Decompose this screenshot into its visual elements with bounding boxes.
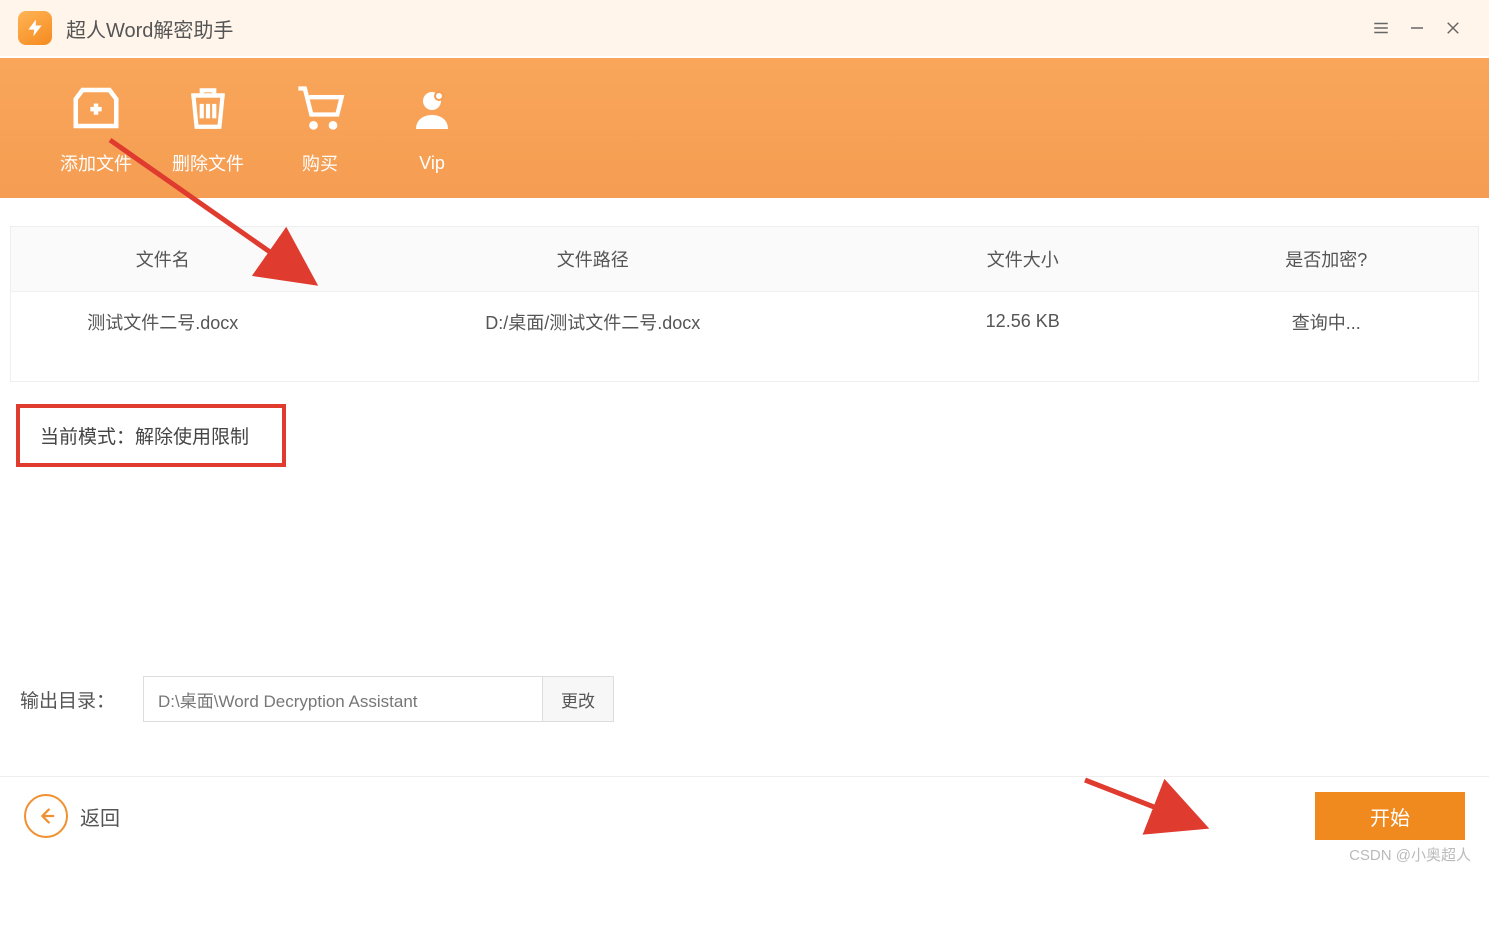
content-area: 文件名 文件路径 文件大小 是否加密? 测试文件二号.docx D:/桌面/测试… (0, 198, 1489, 467)
main-toolbar: 添加文件 删除文件 购买 Vip (0, 58, 1489, 198)
vip-button[interactable]: Vip (376, 68, 488, 188)
col-header-encrypted: 是否加密? (1174, 246, 1478, 272)
arrow-left-icon (24, 794, 68, 838)
add-file-icon (68, 80, 124, 136)
cell-file-path: D:/桌面/测试文件二号.docx (315, 309, 871, 335)
cell-file-size: 12.56 KB (871, 311, 1175, 332)
footer-divider (0, 776, 1489, 777)
col-header-name: 文件名 (11, 246, 315, 272)
close-icon (1444, 19, 1462, 37)
minimize-icon (1408, 19, 1426, 37)
minimize-button[interactable] (1399, 10, 1435, 46)
output-dir-label: 输出目录： (20, 686, 115, 713)
start-button[interactable]: 开始 (1315, 792, 1465, 840)
cart-icon (292, 80, 348, 136)
add-file-button[interactable]: 添加文件 (40, 68, 152, 188)
titlebar: 超人Word解密助手 (0, 0, 1489, 56)
app-logo-icon (18, 11, 52, 45)
add-file-label: 添加文件 (60, 150, 132, 176)
cell-encrypted-status: 查询中... (1174, 309, 1478, 335)
file-table: 文件名 文件路径 文件大小 是否加密? 测试文件二号.docx D:/桌面/测试… (10, 226, 1479, 382)
close-button[interactable] (1435, 10, 1471, 46)
footer-bar: 返回 开始 (0, 792, 1489, 840)
app-title: 超人Word解密助手 (66, 14, 233, 43)
delete-file-button[interactable]: 删除文件 (152, 68, 264, 188)
output-dir-input[interactable] (143, 676, 543, 722)
delete-file-label: 删除文件 (172, 150, 244, 176)
cell-file-name: 测试文件二号.docx (11, 309, 315, 335)
menu-icon (1372, 19, 1390, 37)
purchase-label: 购买 (302, 150, 338, 176)
current-mode-label: 当前模式：解除使用限制 (16, 404, 286, 467)
table-row[interactable]: 测试文件二号.docx D:/桌面/测试文件二号.docx 12.56 KB 查… (11, 291, 1478, 351)
watermark-text: CSDN @小奥超人 (1349, 844, 1471, 865)
col-header-path: 文件路径 (315, 246, 871, 272)
col-header-size: 文件大小 (871, 246, 1175, 272)
user-icon (404, 83, 460, 139)
vip-label: Vip (419, 153, 445, 174)
back-label: 返回 (80, 802, 120, 831)
trash-icon (180, 80, 236, 136)
menu-button[interactable] (1363, 10, 1399, 46)
change-output-button[interactable]: 更改 (543, 676, 614, 722)
purchase-button[interactable]: 购买 (264, 68, 376, 188)
table-header-row: 文件名 文件路径 文件大小 是否加密? (11, 227, 1478, 291)
output-directory-row: 输出目录： 更改 (20, 676, 614, 722)
back-button[interactable]: 返回 (24, 794, 120, 838)
